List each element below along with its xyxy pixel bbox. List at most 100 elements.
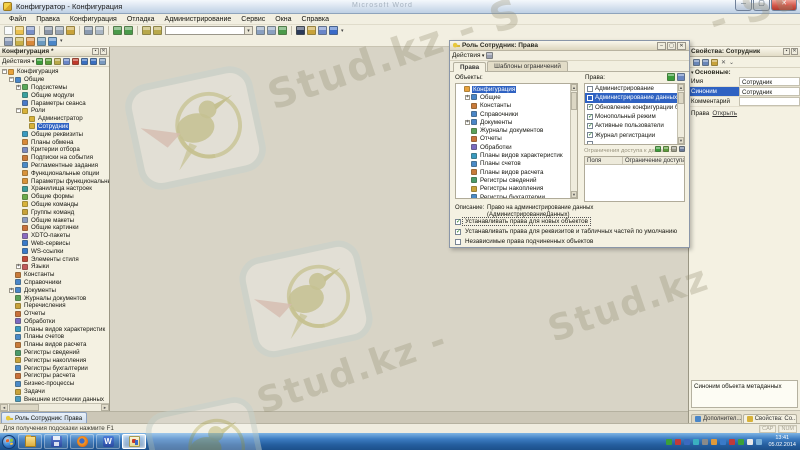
tree-item[interactable]: Общие реквизиты [0,130,109,138]
table-icon[interactable] [37,36,46,46]
zoom-out-icon[interactable] [267,26,276,35]
maximize-button[interactable] [753,0,770,11]
tree-item[interactable]: Справочники [0,279,109,287]
redo-icon[interactable] [124,26,133,35]
property-value[interactable] [739,97,800,106]
menu-правка[interactable]: Правка [31,16,65,23]
tree-item[interactable]: Планы видов характеристик [0,325,109,333]
tree-item[interactable]: Регламентные задания [0,162,109,170]
find-icon[interactable] [142,26,151,35]
right-item[interactable]: ✓ Журнал регистрации [585,130,677,139]
objects-tree[interactable]: Конфигурация + Общие Константы Справочники + Д… [456,84,570,198]
print-preview-icon[interactable] [95,26,104,35]
tree-item[interactable]: Функциональные опции [0,169,109,177]
property-value[interactable]: Сотрудник [739,87,800,96]
tree-item[interactable]: Перечисления [0,302,109,310]
checkbox[interactable]: ✓ [587,132,593,139]
toolbar-overflow-icon[interactable]: ▾ [60,38,63,44]
tree-item[interactable]: Внешние источники данных [0,395,109,403]
tree-item[interactable]: Константы [456,102,570,110]
tree-item[interactable]: Общие картинки [0,224,109,232]
open-config-icon[interactable] [4,36,13,46]
tree-item[interactable]: Отчеты [456,135,570,143]
actions-menu-button[interactable]: Действия [2,58,34,65]
scrollbar-thumb[interactable] [9,404,39,411]
tray-icon[interactable] [756,438,763,445]
right-item[interactable] [585,140,677,144]
toolbar-combobox[interactable]: ▾ [165,26,253,35]
explorer-app[interactable] [18,434,42,449]
find-icon[interactable] [54,58,62,65]
add-icon[interactable] [36,58,44,65]
tree-item[interactable]: Регистры накопления [456,185,570,193]
filter-icon[interactable] [486,52,494,59]
tree-item[interactable]: + Документы [456,118,570,126]
scroll-right-icon[interactable]: ► [101,404,109,411]
expand-toggle-icon[interactable]: + [465,119,470,125]
tree-item[interactable]: Бизнес-процессы [0,380,109,388]
tree-item[interactable]: Обработки [456,143,570,151]
tray-icon[interactable] [747,438,754,445]
property-label[interactable]: Комментарий [689,97,739,106]
add-restriction-icon[interactable] [655,146,661,152]
tree-item[interactable]: Конфигурация [456,85,570,93]
tree-item[interactable]: Параметры функциональных опций [0,177,109,185]
new-icon[interactable] [4,26,13,35]
scrollbar-thumb[interactable] [678,92,684,104]
floppy-app[interactable] [44,434,68,449]
tray-icon[interactable] [693,438,700,445]
tree-item[interactable]: Планы видов характеристик [456,151,570,159]
menu-окна[interactable]: Окна [270,16,296,23]
tree-item[interactable]: Регистры накопления [0,356,109,364]
chevron-down-icon[interactable]: ⌄ [729,59,734,66]
firefox-app[interactable] [70,434,94,449]
section-basic[interactable]: Основные: [689,68,800,77]
globe-icon[interactable] [48,36,57,46]
tree-item[interactable]: Сотрудник [0,122,109,131]
menu-отладка[interactable]: Отладка [122,16,160,23]
option-checkbox-row[interactable]: ✓ Устанавливать права для реквизитов и та… [455,228,679,235]
menu-справка[interactable]: Справка [297,16,334,23]
tree-item[interactable]: Журналы документов [0,294,109,302]
compare-config-icon[interactable] [307,26,316,35]
tree-item[interactable]: Критерии отбора [0,146,109,154]
properties-tab[interactable]: Дополнител... [691,414,742,423]
tree-item[interactable]: Параметры сеанса [0,99,109,107]
checkbox[interactable] [587,141,593,144]
checkbox[interactable] [455,238,461,245]
expand-toggle-icon[interactable]: + [9,287,14,293]
restrictions-table[interactable]: Поля Ограничение доступа [584,156,685,202]
tray-icon[interactable] [711,438,718,445]
menu-администрирование[interactable]: Администрирование [160,16,237,23]
tree-item[interactable]: Элементы стиля [0,255,109,263]
close-panel-icon[interactable] [791,48,798,55]
tab-rights[interactable]: Права [453,62,487,72]
scroll-down-icon[interactable]: ▼ [678,137,684,144]
tray-icon[interactable] [738,438,745,445]
tree-item[interactable]: Планы видов расчета [0,341,109,349]
tree-item[interactable]: Планы обмена [0,138,109,146]
tree-item[interactable]: Планы счетов [0,333,109,341]
expand-toggle-icon[interactable]: − [9,77,14,83]
menu-сервис[interactable]: Сервис [236,16,270,23]
paste-icon[interactable] [66,26,75,35]
tree-item[interactable]: + Документы [0,286,109,294]
move-down-icon[interactable] [90,58,98,65]
move-up-icon[interactable] [81,58,89,65]
option-checkbox-row[interactable]: ✓ Устанавливать права для новых объектов [455,217,591,226]
open-icon[interactable] [15,26,24,35]
tree-item[interactable]: XDTO-пакеты [0,232,109,240]
dialog-maximize-button[interactable]: ▢ [667,41,676,50]
pin-icon[interactable] [783,48,790,55]
tree-item[interactable]: Журналы документов [456,126,570,134]
tree-item[interactable]: Подписки на события [0,154,109,162]
set-all-rights-icon[interactable] [667,73,675,81]
database-icon[interactable] [318,26,327,35]
vertical-scrollbar[interactable]: ▲ ▼ [570,84,577,198]
checkbox[interactable]: ✓ [587,104,593,111]
tree-item[interactable]: Web-сервисы [0,240,109,248]
show-descriptions-icon[interactable] [711,58,718,66]
minimize-button[interactable] [735,0,752,11]
scroll-left-icon[interactable]: ◄ [0,404,8,411]
edit-icon[interactable] [45,58,53,65]
